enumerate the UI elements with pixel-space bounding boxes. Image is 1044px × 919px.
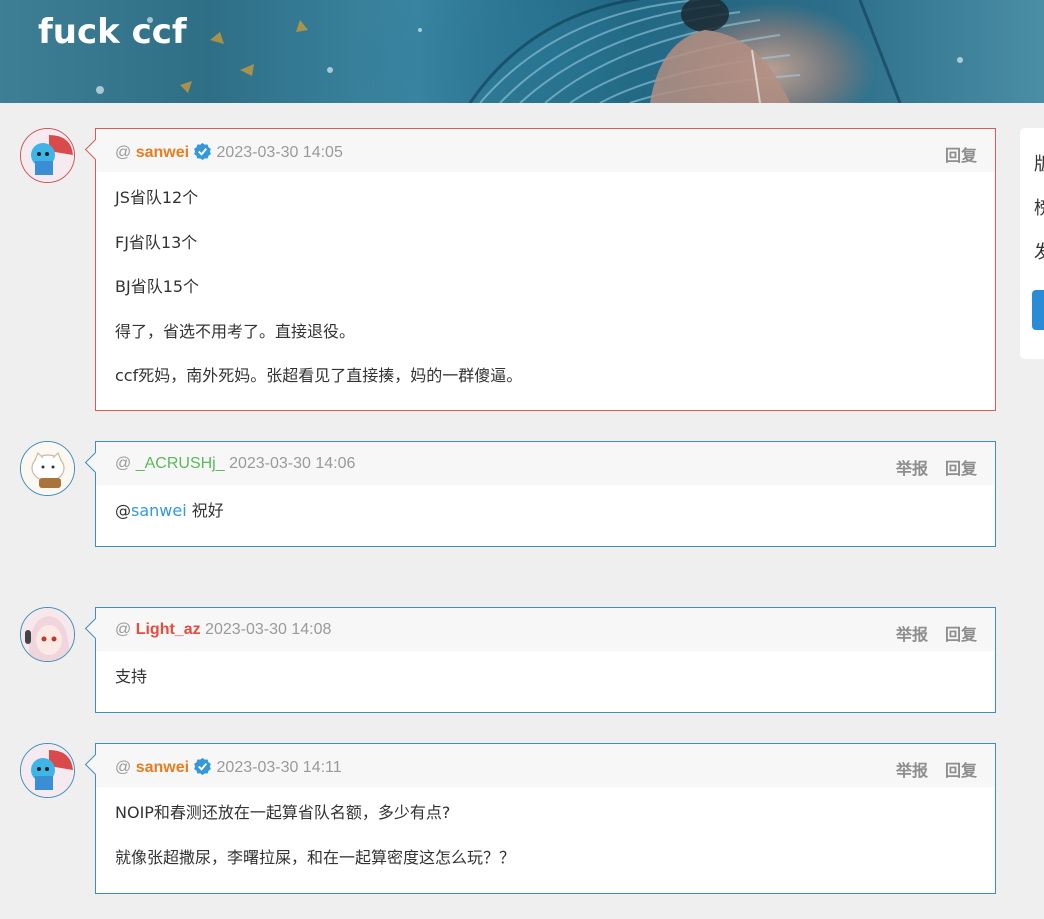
at-symbol: @	[115, 621, 132, 638]
username-link[interactable]: sanwei	[136, 144, 189, 161]
comment-text: 祝好	[191, 501, 224, 520]
comment-header: @ sanwei 2023-03-30 14:11 举报 回复	[96, 744, 995, 787]
comment-line: BJ省队15个	[115, 277, 200, 296]
avatar-image	[21, 442, 74, 495]
comment-card: @ sanwei 2023-03-30 14:11 举报 回复 NOIP和春测还放…	[84, 743, 996, 894]
at-symbol: @	[115, 144, 132, 161]
reply-button[interactable]: 回复	[945, 459, 977, 478]
reply-button[interactable]: 回复	[945, 625, 977, 644]
sidebar-action-button[interactable]	[1032, 290, 1044, 330]
username-link[interactable]: Light_az	[136, 621, 201, 638]
at-symbol: @	[115, 759, 132, 776]
reply-button[interactable]: 回复	[945, 146, 977, 165]
comment-timestamp: 2023-03-30 14:11	[216, 759, 342, 776]
report-button[interactable]: 举报	[896, 459, 928, 478]
avatar-image	[21, 744, 74, 797]
at-symbol: @	[115, 455, 132, 472]
avatar[interactable]	[20, 128, 75, 183]
avatar[interactable]	[20, 743, 75, 798]
mention-link[interactable]: sanwei	[131, 501, 187, 520]
verified-badge-icon	[193, 142, 212, 161]
comment-body: @sanwei 祝好	[96, 485, 995, 536]
page-title: fuck ccf	[38, 12, 187, 52]
comment-header: @ sanwei 2023-03-30 14:05 回复	[96, 129, 995, 172]
comment-card: @ _ACRUSHj_ 2023-03-30 14:06 举报 回复 @sanwe…	[84, 441, 996, 547]
verified-badge-icon	[193, 757, 212, 776]
comment-line: ccf死妈，南外死妈。张超看见了直接揍，妈的一群傻逼。	[115, 366, 523, 385]
comment-body: 支持	[96, 651, 995, 702]
comment-line: 得了，省选不用考了。直接退役。	[115, 321, 356, 341]
comment-timestamp: 2023-03-30 14:06	[229, 455, 356, 472]
comment-header: @ _ACRUSHj_ 2023-03-30 14:06 举报 回复	[96, 442, 995, 485]
sidebar-item-label: 发	[1034, 242, 1044, 263]
avatar-image	[21, 608, 74, 661]
username-link[interactable]: _ACRUSHj_	[136, 455, 225, 472]
avatar[interactable]	[20, 441, 75, 496]
report-button[interactable]: 举报	[896, 625, 928, 644]
comment-line: 就像张超撒尿，李曙拉屎，和在一起算密度这怎么玩？？	[115, 847, 516, 867]
comment-line: 支持	[115, 667, 148, 686]
report-button[interactable]: 举报	[896, 761, 928, 780]
header-banner: fuck ccf	[0, 0, 1044, 103]
sidebar-item-label: 榜	[1034, 198, 1044, 219]
comment-line: FJ省队13个	[115, 232, 198, 252]
comment-line: @sanwei 祝好	[115, 489, 976, 534]
comment-timestamp: 2023-03-30 14:05	[216, 144, 343, 161]
comment-line: JS省队12个	[115, 188, 199, 207]
username-link[interactable]: sanwei	[136, 759, 189, 776]
comment-line: NOIP和春测还放在一起算省队名额，多少有点?	[115, 803, 451, 822]
mention-at: @	[115, 501, 131, 520]
avatar-image	[21, 129, 74, 182]
avatar[interactable]	[20, 607, 75, 662]
comment-header: @ Light_az 2023-03-30 14:08 举报 回复	[96, 608, 995, 651]
reply-button[interactable]: 回复	[945, 761, 977, 780]
comment-timestamp: 2023-03-30 14:08	[205, 621, 332, 638]
comment-body: NOIP和春测还放在一起算省队名额，多少有点? 就像张超撒尿，李曙拉屎，和在一起…	[96, 787, 995, 882]
sidebar-item-label: 版	[1034, 154, 1044, 175]
comment-body: JS省队12个 FJ省队13个 BJ省队15个 得了，省选不用考了。直接退役。 …	[96, 172, 995, 401]
comment-card: @ sanwei 2023-03-30 14:05 回复 JS省队12个 FJ省…	[84, 128, 996, 411]
sidebar-panel: 版 榜 发	[1020, 128, 1044, 359]
comment-card: @ Light_az 2023-03-30 14:08 举报 回复 支持	[84, 607, 996, 713]
